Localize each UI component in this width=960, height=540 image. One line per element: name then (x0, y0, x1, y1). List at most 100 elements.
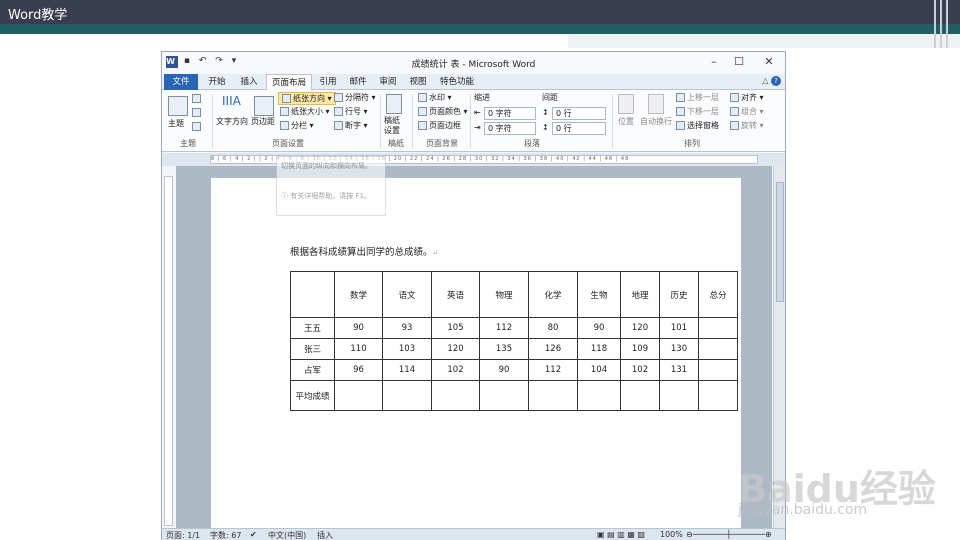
table-header-cell[interactable] (290, 271, 335, 318)
tab-mailings[interactable]: 邮件 (344, 74, 372, 90)
tab-review[interactable]: 审阅 (374, 74, 402, 90)
table-header-cell[interactable]: 总分 (698, 271, 738, 318)
margins-icon[interactable] (254, 96, 274, 116)
help-icon[interactable]: ? (771, 76, 781, 86)
tab-file[interactable]: 文件 (164, 74, 198, 90)
table-cell[interactable]: 张三 (290, 338, 335, 360)
document-heading[interactable]: 根据各科成绩算出同学的总成绩。↵ (290, 244, 438, 258)
table-cell[interactable]: 120 (431, 338, 480, 360)
table-cell[interactable]: 120 (620, 317, 660, 339)
table-cell[interactable]: 占军 (290, 359, 335, 381)
line-numbers-button[interactable]: 行号 ▾ (334, 106, 368, 117)
zoom-slider[interactable]: ⊖───────┼───────⊕ (686, 530, 772, 539)
table-cell[interactable]: 103 (382, 338, 432, 360)
table-header-cell[interactable]: 化学 (528, 271, 578, 318)
table-header-cell[interactable]: 语文 (382, 271, 432, 318)
table-cell[interactable]: 112 (479, 317, 529, 339)
bring-forward-button[interactable]: 上移一层 (676, 92, 719, 103)
status-words[interactable]: 字数: 67 (210, 530, 241, 540)
tab-insert[interactable]: 插入 (234, 74, 264, 90)
table-cell[interactable] (479, 380, 529, 411)
table-cell[interactable]: 109 (620, 338, 660, 360)
space-before-input[interactable]: 0 行 (552, 107, 606, 120)
text-direction-button[interactable]: 文字方向 (216, 116, 248, 127)
table-cell[interactable] (382, 380, 432, 411)
margins-button[interactable]: 页边距 (251, 116, 275, 127)
view-buttons[interactable]: ▣ ▤ ▥ ▦ ▧ (597, 530, 645, 539)
size-button[interactable]: 纸张大小 ▾ (280, 106, 330, 117)
table-cell[interactable] (659, 380, 699, 411)
table-cell[interactable]: 135 (479, 338, 529, 360)
breaks-button[interactable]: 分隔符 ▾ (334, 92, 376, 103)
table-header-cell[interactable]: 历史 (659, 271, 699, 318)
vertical-ruler[interactable] (164, 176, 173, 526)
table-cell[interactable]: 114 (382, 359, 432, 381)
status-mode[interactable]: 插入 (317, 530, 333, 540)
minimize-button[interactable]: – (702, 55, 726, 68)
theme-effects-icon[interactable] (192, 122, 203, 131)
table-cell[interactable]: 王五 (290, 317, 335, 339)
watermark-button[interactable]: 水印 ▾ (418, 92, 452, 103)
hyphenation-button[interactable]: 断字 ▾ (334, 120, 368, 131)
scrollbar-thumb[interactable] (776, 182, 784, 302)
table-cell[interactable]: 118 (577, 338, 621, 360)
grades-table[interactable]: 数学 语文 英语 物理 化学 生物 地理 历史 总分 王五 90 93 105 … (290, 271, 738, 411)
table-cell[interactable] (431, 380, 480, 411)
draft-settings-button[interactable]: 稿纸设置 (384, 116, 406, 136)
tab-home[interactable]: 开始 (202, 74, 232, 90)
table-cell[interactable]: 102 (620, 359, 660, 381)
table-cell[interactable] (698, 380, 738, 411)
table-cell[interactable]: 110 (334, 338, 383, 360)
rotate-button[interactable]: 旋转 ▾ (730, 120, 764, 131)
table-cell[interactable]: 平均成绩 (290, 380, 335, 411)
table-cell[interactable] (334, 380, 383, 411)
tab-view[interactable]: 视图 (404, 74, 432, 90)
space-after-input[interactable]: 0 行 (552, 122, 606, 135)
table-cell[interactable]: 90 (479, 359, 529, 381)
table-cell[interactable]: 102 (431, 359, 480, 381)
columns-button[interactable]: 分栏 ▾ (280, 120, 314, 131)
collapse-ribbon-icon[interactable]: △ (762, 76, 768, 85)
table-header-cell[interactable]: 地理 (620, 271, 660, 318)
page-borders-button[interactable]: 页面边框 (418, 120, 461, 131)
text-direction-icon[interactable]: IIIA (222, 94, 242, 114)
table-cell[interactable] (698, 359, 738, 381)
table-cell[interactable] (620, 380, 660, 411)
indent-right-input[interactable]: 0 字符 (484, 122, 536, 135)
maximize-button[interactable]: ☐ (727, 55, 751, 68)
table-cell[interactable]: 93 (382, 317, 432, 339)
tab-special[interactable]: 特色功能 (436, 74, 478, 90)
selection-pane-button[interactable]: 选择窗格 (676, 120, 719, 131)
indent-left-input[interactable]: 0 字符 (484, 107, 536, 120)
position-button[interactable]: 位置 (618, 116, 634, 127)
close-button[interactable]: ✕ (757, 55, 781, 68)
page-color-button[interactable]: 页面颜色 ▾ (418, 106, 468, 117)
theme-fonts-icon[interactable] (192, 108, 203, 117)
theme-colors-icon[interactable] (192, 94, 203, 103)
table-cell[interactable] (528, 380, 578, 411)
table-cell[interactable]: 112 (528, 359, 578, 381)
send-backward-button[interactable]: 下移一层 (676, 106, 719, 117)
theme-icon[interactable] (168, 96, 188, 116)
theme-button[interactable]: 主题 (168, 118, 184, 129)
table-cell[interactable]: 101 (659, 317, 699, 339)
table-header-cell[interactable]: 数学 (334, 271, 383, 318)
table-cell[interactable] (698, 338, 738, 360)
table-cell[interactable]: 105 (431, 317, 480, 339)
table-cell[interactable]: 126 (528, 338, 578, 360)
table-cell[interactable]: 90 (577, 317, 621, 339)
orientation-button[interactable]: 纸张方向 ▾ (278, 92, 336, 105)
table-cell[interactable]: 80 (528, 317, 578, 339)
draft-paper-icon[interactable] (386, 94, 402, 114)
status-zoom[interactable]: 100% (660, 530, 683, 539)
table-cell[interactable]: 130 (659, 338, 699, 360)
align-button[interactable]: 对齐 ▾ (730, 92, 764, 103)
table-header-cell[interactable]: 物理 (479, 271, 529, 318)
table-cell[interactable]: 96 (334, 359, 383, 381)
position-icon[interactable] (618, 94, 634, 114)
wrap-text-button[interactable]: 自动换行 (640, 116, 672, 127)
table-cell[interactable] (577, 380, 621, 411)
table-cell[interactable]: 104 (577, 359, 621, 381)
table-cell[interactable]: 90 (334, 317, 383, 339)
status-page[interactable]: 页面: 1/1 (166, 530, 200, 540)
